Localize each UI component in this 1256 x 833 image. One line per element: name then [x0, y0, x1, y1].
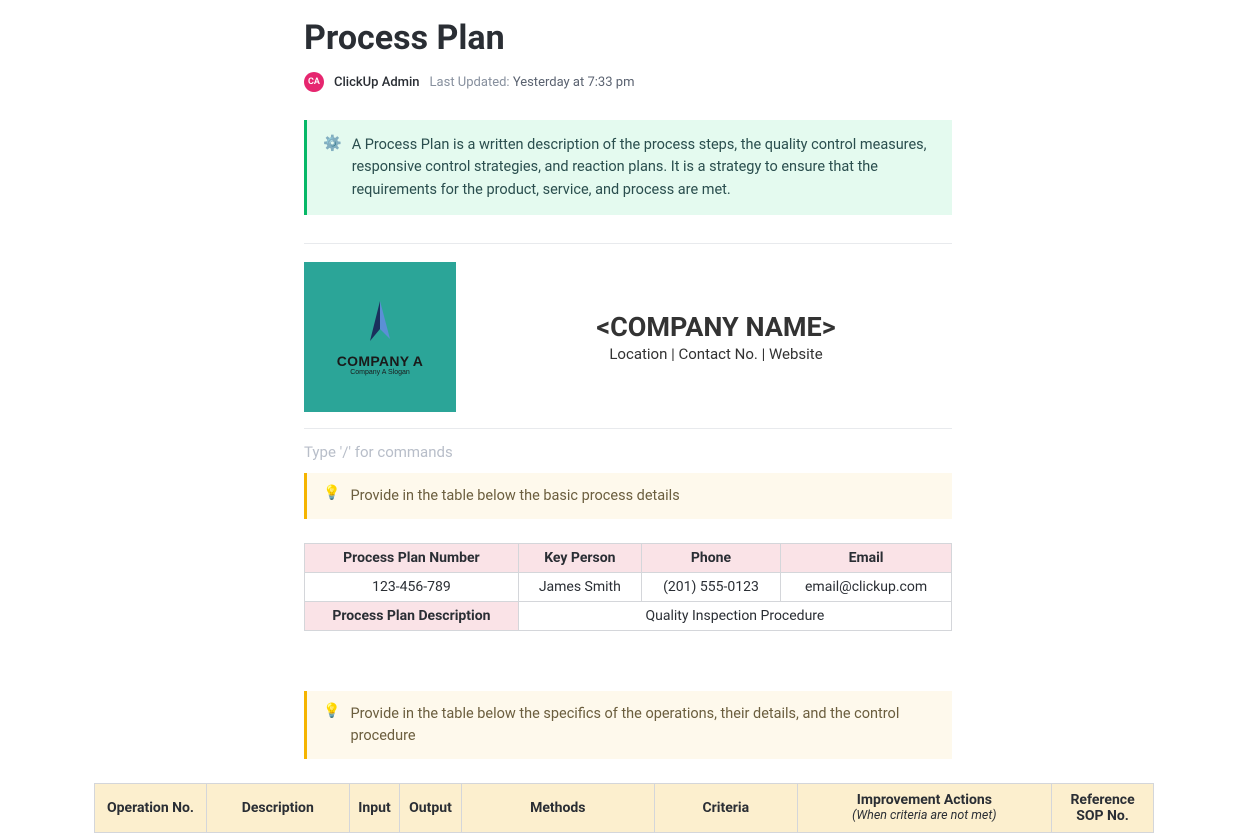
th-description: Description	[207, 783, 350, 832]
callout-basic-details: 💡 Provide in the table below the basic p…	[304, 473, 952, 519]
table-row[interactable]: Process Plan Description Quality Inspect…	[305, 602, 952, 631]
th-reference-sop: Reference SOP No.	[1052, 783, 1154, 832]
company-subtext: Location | Contact No. | Website	[480, 345, 952, 363]
company-name: <COMPANY NAME>	[480, 311, 952, 343]
logo-name: COMPANY A	[337, 353, 423, 369]
th-methods: Methods	[461, 783, 654, 832]
updated-time: Yesterday at 7:33 pm	[513, 75, 635, 90]
logo-slogan: Company A Slogan	[350, 369, 410, 376]
th-email: Email	[781, 544, 952, 573]
callout-text: A Process Plan is a written description …	[352, 134, 936, 201]
th-improvement: Improvement Actions (When criteria are n…	[797, 783, 1052, 832]
callout-operations: 💡 Provide in the table below the specifi…	[304, 691, 952, 759]
company-logo: COMPANY A Company A Slogan	[304, 262, 456, 412]
gear-icon: ⚙️	[323, 134, 342, 201]
th-phone: Phone	[641, 544, 780, 573]
callout-definition: ⚙️ A Process Plan is a written descripti…	[304, 120, 952, 215]
callout-text: Provide in the table below the specifics…	[350, 703, 936, 747]
operations-table: Operation No. Description Input Output M…	[94, 783, 1154, 833]
company-header: COMPANY A Company A Slogan <COMPANY NAME…	[304, 262, 952, 412]
th-improvement-sub: (When criteria are not met)	[804, 808, 1046, 823]
author-name: ClickUp Admin	[334, 75, 420, 90]
page-title: Process Plan	[304, 18, 952, 58]
th-input: Input	[349, 783, 400, 832]
updated-label: Last Updated:	[430, 75, 510, 90]
bulb-icon: 💡	[323, 703, 340, 719]
th-description: Process Plan Description	[305, 602, 519, 631]
slash-command-input[interactable]: Type '/' for commands	[304, 439, 952, 465]
logo-mark-icon	[360, 299, 400, 349]
th-plan-number: Process Plan Number	[305, 544, 519, 573]
cell-email[interactable]: email@clickup.com	[781, 573, 952, 602]
cell-description[interactable]: Quality Inspection Procedure	[518, 602, 951, 631]
avatar: CA	[304, 72, 324, 92]
th-output: Output	[400, 783, 461, 832]
doc-meta: CA ClickUp Admin Last Updated: Yesterday…	[304, 72, 952, 92]
bulb-icon: 💡	[323, 485, 340, 501]
divider	[304, 428, 952, 429]
th-operation-no: Operation No.	[95, 783, 207, 832]
th-criteria: Criteria	[655, 783, 798, 832]
cell-plan-number[interactable]: 123-456-789	[305, 573, 519, 602]
divider	[304, 243, 952, 244]
callout-text: Provide in the table below the basic pro…	[350, 485, 679, 507]
process-details-table: Process Plan Number Key Person Phone Ema…	[304, 543, 952, 631]
cell-key-person[interactable]: James Smith	[518, 573, 641, 602]
table-row[interactable]: 123-456-789 James Smith (201) 555-0123 e…	[305, 573, 952, 602]
th-key-person: Key Person	[518, 544, 641, 573]
cell-phone[interactable]: (201) 555-0123	[641, 573, 780, 602]
